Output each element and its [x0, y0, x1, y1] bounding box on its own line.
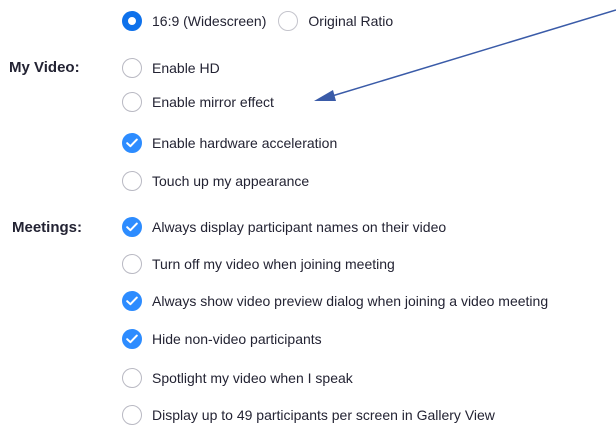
checkbox-row-enable-hd[interactable]: Enable HD — [122, 56, 220, 80]
display-participant-names-label[interactable]: Always display participant names on thei… — [152, 217, 446, 237]
aspect-ratio-row: 16:9 (Widescreen) Original Ratio — [122, 9, 405, 33]
radio-widescreen[interactable] — [122, 11, 142, 31]
checkbox-row-turn-off-video[interactable]: Turn off my video when joining meeting — [122, 252, 395, 276]
checkbox-row-enable-mirror-effect[interactable]: Enable mirror effect — [122, 90, 274, 114]
checkbox-row-spotlight-my-video[interactable]: Spotlight my video when I speak — [122, 366, 353, 390]
turn-off-video-label[interactable]: Turn off my video when joining meeting — [152, 254, 395, 274]
enable-mirror-effect-label[interactable]: Enable mirror effect — [152, 92, 274, 112]
checkbox-row-hardware-acceleration[interactable]: Enable hardware acceleration — [122, 131, 337, 155]
checkbox-row-gallery-view-49[interactable]: Display up to 49 participants per screen… — [122, 403, 495, 427]
meetings-section-label: Meetings: — [12, 219, 83, 236]
enable-hd-label[interactable]: Enable HD — [152, 58, 220, 78]
video-preview-dialog-checkbox[interactable] — [122, 291, 142, 311]
checkbox-row-hide-non-video[interactable]: Hide non-video participants — [122, 327, 322, 351]
touch-up-appearance-label[interactable]: Touch up my appearance — [152, 171, 309, 191]
enable-hd-checkbox[interactable] — [122, 58, 142, 78]
checkbox-row-touch-up-appearance[interactable]: Touch up my appearance — [122, 169, 309, 193]
touch-up-appearance-checkbox[interactable] — [122, 171, 142, 191]
hide-non-video-checkbox[interactable] — [122, 329, 142, 349]
hide-non-video-label[interactable]: Hide non-video participants — [152, 329, 322, 349]
gallery-view-49-checkbox[interactable] — [122, 405, 142, 425]
display-participant-names-checkbox[interactable] — [122, 217, 142, 237]
checkbox-row-display-participant-names[interactable]: Always display participant names on thei… — [122, 215, 446, 239]
annotation-arrow-head — [314, 90, 336, 101]
hardware-acceleration-label[interactable]: Enable hardware acceleration — [152, 133, 337, 153]
annotation-arrow — [314, 9, 616, 101]
enable-mirror-effect-checkbox[interactable] — [122, 92, 142, 112]
spotlight-my-video-label[interactable]: Spotlight my video when I speak — [152, 368, 353, 388]
gallery-view-49-label[interactable]: Display up to 49 participants per screen… — [152, 405, 495, 425]
spotlight-my-video-checkbox[interactable] — [122, 368, 142, 388]
hardware-acceleration-checkbox[interactable] — [122, 133, 142, 153]
radio-widescreen-label[interactable]: 16:9 (Widescreen) — [152, 11, 266, 31]
turn-off-video-checkbox[interactable] — [122, 254, 142, 274]
video-preview-dialog-label[interactable]: Always show video preview dialog when jo… — [152, 291, 548, 311]
radio-original-ratio-label[interactable]: Original Ratio — [308, 11, 393, 31]
checkbox-row-video-preview-dialog[interactable]: Always show video preview dialog when jo… — [122, 289, 548, 313]
my-video-section-label: My Video: — [9, 59, 80, 76]
radio-original-ratio[interactable] — [278, 11, 299, 31]
